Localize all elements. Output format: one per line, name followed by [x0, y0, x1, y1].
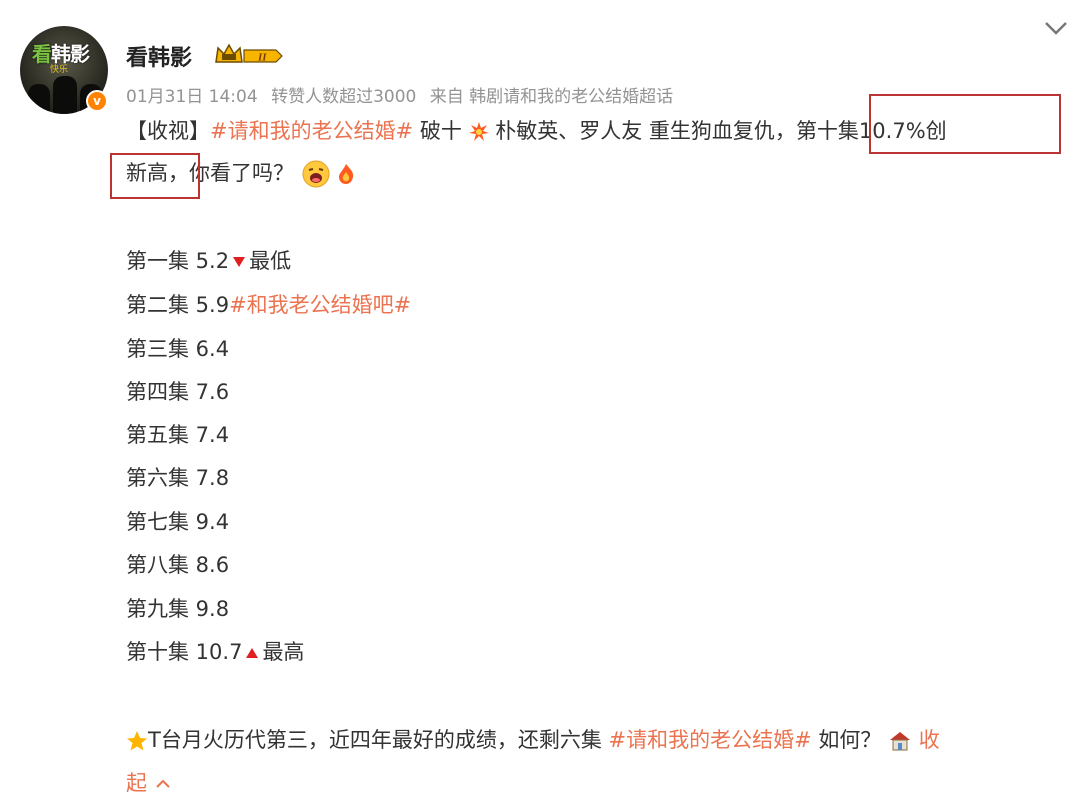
vip-crown-icon[interactable]: II	[214, 40, 284, 68]
svg-text:II: II	[257, 52, 267, 64]
chevron-down-icon[interactable]	[1042, 16, 1070, 40]
hashtag-link[interactable]: #和我老公结婚吧#	[229, 293, 411, 317]
hashtag-link[interactable]: #请和我的老公结婚#	[210, 119, 413, 143]
star-emoji	[127, 731, 147, 751]
hashtag-link[interactable]: #请和我的老公结婚#	[609, 728, 812, 752]
collapse-link-continued[interactable]: 起	[126, 771, 147, 795]
episode-row: 第六集 7.8	[126, 466, 230, 490]
repost-note: 转赞人数超过3000	[271, 87, 417, 107]
chevron-up-icon[interactable]	[154, 777, 172, 791]
post-meta: 01月31日 14:04 转赞人数超过3000 来自 韩剧请和我的老公结婚超话	[126, 82, 681, 107]
highlight-box-1	[869, 94, 1061, 154]
collapse-link[interactable]: 收	[919, 728, 940, 752]
episode-row: 第八集 8.6	[126, 553, 230, 577]
shocked-face-emoji	[302, 160, 330, 188]
house-emoji	[890, 732, 911, 751]
headline-line-1: 【收视】#请和我的老公结婚# 破十 朴敏英、罗人友 重生狗血复仇，第十集10.7…	[126, 119, 947, 143]
down-arrow-icon	[233, 257, 246, 267]
episode-row: 第一集 5.2 最低	[126, 249, 292, 273]
episode-row: 第三集 6.4	[126, 337, 230, 361]
episode-row: 第五集 7.4	[126, 423, 230, 447]
footer-line-1: T台月火历代第三，近四年最好的成绩，还剩六集 #请和我的老公结婚# 如何？ 收	[126, 725, 940, 755]
episode-row: 第七集 9.4	[126, 510, 230, 534]
episode-row: 第九集 9.8	[126, 597, 230, 621]
episode-row: 第四集 7.6	[126, 380, 230, 404]
episode-row: 第十集 10.7 最高	[126, 640, 305, 664]
username[interactable]: 看韩影	[126, 40, 192, 72]
fire-emoji	[339, 164, 354, 184]
avatar-sub-logo: 快乐	[50, 65, 69, 75]
episode-row: 第二集 5.9#和我老公结婚吧#	[126, 293, 412, 317]
highlight-box-2	[110, 153, 200, 199]
explosion-emoji	[468, 122, 489, 141]
footer-line-2: 起	[126, 768, 172, 798]
verified-icon: v	[86, 90, 108, 112]
post-source[interactable]: 来自 韩剧请和我的老公结婚超话	[430, 87, 673, 107]
up-arrow-icon	[246, 648, 259, 658]
post-date[interactable]: 01月31日 14:04	[126, 87, 258, 107]
